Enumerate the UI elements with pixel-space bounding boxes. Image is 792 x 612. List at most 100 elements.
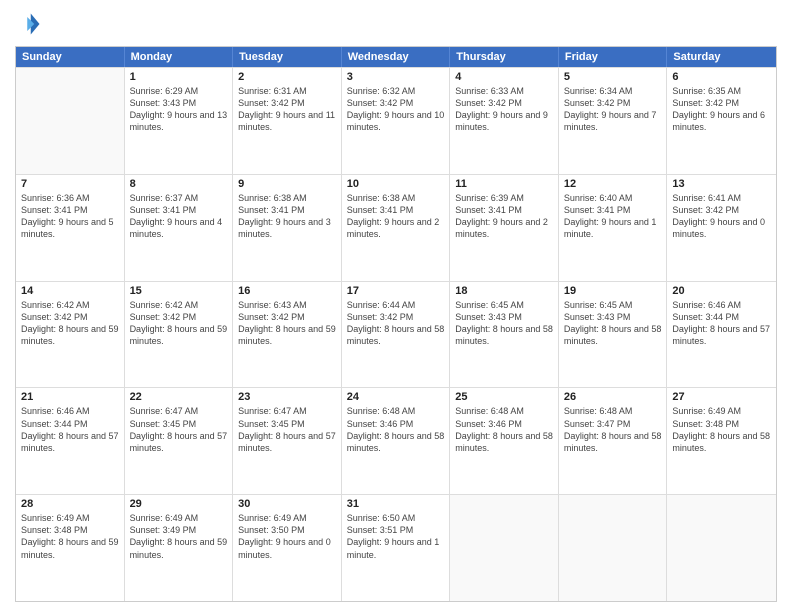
sunrise-text: Sunrise: 6:40 AM bbox=[564, 192, 662, 204]
sunrise-text: Sunrise: 6:35 AM bbox=[672, 85, 771, 97]
day-number: 16 bbox=[238, 285, 336, 297]
daylight-text: Daylight: 8 hours and 57 minutes. bbox=[21, 430, 119, 454]
calendar-row-4: 21Sunrise: 6:46 AMSunset: 3:44 PMDayligh… bbox=[16, 387, 776, 494]
calendar-cell: 14Sunrise: 6:42 AMSunset: 3:42 PMDayligh… bbox=[16, 282, 125, 388]
calendar-cell: 3Sunrise: 6:32 AMSunset: 3:42 PMDaylight… bbox=[342, 68, 451, 174]
daylight-text: Daylight: 8 hours and 59 minutes. bbox=[130, 536, 228, 560]
calendar-cell: 4Sunrise: 6:33 AMSunset: 3:42 PMDaylight… bbox=[450, 68, 559, 174]
logo bbox=[15, 10, 47, 38]
sunrise-text: Sunrise: 6:49 AM bbox=[21, 512, 119, 524]
calendar-cell: 7Sunrise: 6:36 AMSunset: 3:41 PMDaylight… bbox=[16, 175, 125, 281]
sunset-text: Sunset: 3:45 PM bbox=[238, 418, 336, 430]
sunrise-text: Sunrise: 6:45 AM bbox=[455, 299, 553, 311]
sunrise-text: Sunrise: 6:36 AM bbox=[21, 192, 119, 204]
day-number: 30 bbox=[238, 498, 336, 510]
calendar-cell bbox=[667, 495, 776, 601]
day-number: 29 bbox=[130, 498, 228, 510]
sunrise-text: Sunrise: 6:48 AM bbox=[455, 405, 553, 417]
daylight-text: Daylight: 9 hours and 0 minutes. bbox=[238, 536, 336, 560]
daylight-text: Daylight: 9 hours and 4 minutes. bbox=[130, 216, 228, 240]
sunset-text: Sunset: 3:42 PM bbox=[238, 97, 336, 109]
sunset-text: Sunset: 3:44 PM bbox=[672, 311, 771, 323]
sunset-text: Sunset: 3:41 PM bbox=[455, 204, 553, 216]
day-number: 10 bbox=[347, 178, 445, 190]
sunrise-text: Sunrise: 6:49 AM bbox=[130, 512, 228, 524]
day-number: 22 bbox=[130, 391, 228, 403]
sunset-text: Sunset: 3:42 PM bbox=[672, 204, 771, 216]
day-number: 9 bbox=[238, 178, 336, 190]
weekday-header-thursday: Thursday bbox=[450, 47, 559, 67]
weekday-header-tuesday: Tuesday bbox=[233, 47, 342, 67]
daylight-text: Daylight: 9 hours and 2 minutes. bbox=[347, 216, 445, 240]
calendar-cell bbox=[559, 495, 668, 601]
sunrise-text: Sunrise: 6:46 AM bbox=[21, 405, 119, 417]
daylight-text: Daylight: 9 hours and 2 minutes. bbox=[455, 216, 553, 240]
sunrise-text: Sunrise: 6:32 AM bbox=[347, 85, 445, 97]
day-number: 7 bbox=[21, 178, 119, 190]
calendar-cell: 9Sunrise: 6:38 AMSunset: 3:41 PMDaylight… bbox=[233, 175, 342, 281]
sunset-text: Sunset: 3:48 PM bbox=[21, 524, 119, 536]
daylight-text: Daylight: 9 hours and 5 minutes. bbox=[21, 216, 119, 240]
day-number: 19 bbox=[564, 285, 662, 297]
calendar-cell: 16Sunrise: 6:43 AMSunset: 3:42 PMDayligh… bbox=[233, 282, 342, 388]
sunset-text: Sunset: 3:42 PM bbox=[564, 97, 662, 109]
weekday-header-friday: Friday bbox=[559, 47, 668, 67]
sunset-text: Sunset: 3:42 PM bbox=[347, 97, 445, 109]
day-number: 2 bbox=[238, 71, 336, 83]
day-number: 15 bbox=[130, 285, 228, 297]
day-number: 5 bbox=[564, 71, 662, 83]
weekday-header-wednesday: Wednesday bbox=[342, 47, 451, 67]
daylight-text: Daylight: 9 hours and 1 minute. bbox=[347, 536, 445, 560]
calendar-cell: 2Sunrise: 6:31 AMSunset: 3:42 PMDaylight… bbox=[233, 68, 342, 174]
day-number: 8 bbox=[130, 178, 228, 190]
sunset-text: Sunset: 3:41 PM bbox=[238, 204, 336, 216]
sunrise-text: Sunrise: 6:44 AM bbox=[347, 299, 445, 311]
daylight-text: Daylight: 9 hours and 3 minutes. bbox=[238, 216, 336, 240]
calendar-cell: 18Sunrise: 6:45 AMSunset: 3:43 PMDayligh… bbox=[450, 282, 559, 388]
sunrise-text: Sunrise: 6:43 AM bbox=[238, 299, 336, 311]
daylight-text: Daylight: 9 hours and 9 minutes. bbox=[455, 109, 553, 133]
sunset-text: Sunset: 3:43 PM bbox=[564, 311, 662, 323]
sunset-text: Sunset: 3:41 PM bbox=[347, 204, 445, 216]
day-number: 31 bbox=[347, 498, 445, 510]
sunset-text: Sunset: 3:42 PM bbox=[347, 311, 445, 323]
calendar-cell: 20Sunrise: 6:46 AMSunset: 3:44 PMDayligh… bbox=[667, 282, 776, 388]
daylight-text: Daylight: 8 hours and 59 minutes. bbox=[130, 323, 228, 347]
daylight-text: Daylight: 8 hours and 58 minutes. bbox=[564, 323, 662, 347]
calendar-header: SundayMondayTuesdayWednesdayThursdayFrid… bbox=[16, 47, 776, 67]
daylight-text: Daylight: 8 hours and 58 minutes. bbox=[455, 323, 553, 347]
sunrise-text: Sunrise: 6:31 AM bbox=[238, 85, 336, 97]
calendar-cell: 25Sunrise: 6:48 AMSunset: 3:46 PMDayligh… bbox=[450, 388, 559, 494]
daylight-text: Daylight: 8 hours and 59 minutes. bbox=[238, 323, 336, 347]
day-number: 26 bbox=[564, 391, 662, 403]
sunset-text: Sunset: 3:43 PM bbox=[130, 97, 228, 109]
sunset-text: Sunset: 3:41 PM bbox=[130, 204, 228, 216]
main-container: SundayMondayTuesdayWednesdayThursdayFrid… bbox=[0, 0, 792, 612]
sunrise-text: Sunrise: 6:42 AM bbox=[21, 299, 119, 311]
sunset-text: Sunset: 3:42 PM bbox=[672, 97, 771, 109]
sunrise-text: Sunrise: 6:41 AM bbox=[672, 192, 771, 204]
day-number: 6 bbox=[672, 71, 771, 83]
weekday-header-saturday: Saturday bbox=[667, 47, 776, 67]
daylight-text: Daylight: 8 hours and 58 minutes. bbox=[347, 323, 445, 347]
calendar-cell: 15Sunrise: 6:42 AMSunset: 3:42 PMDayligh… bbox=[125, 282, 234, 388]
calendar-body: 1Sunrise: 6:29 AMSunset: 3:43 PMDaylight… bbox=[16, 67, 776, 601]
calendar-cell: 28 Sunrise: 6:49 AMSunset: 3:48 PMDayligh… bbox=[16, 495, 125, 601]
daylight-text: Daylight: 8 hours and 59 minutes. bbox=[21, 536, 119, 560]
weekday-header-sunday: Sunday bbox=[16, 47, 125, 67]
daylight-text: Daylight: 8 hours and 57 minutes. bbox=[130, 430, 228, 454]
sunrise-text: Sunrise: 6:42 AM bbox=[130, 299, 228, 311]
sunrise-text: Sunrise: 6:46 AM bbox=[672, 299, 771, 311]
calendar-cell: 24Sunrise: 6:48 AMSunset: 3:46 PMDayligh… bbox=[342, 388, 451, 494]
sunrise-text: Sunrise: 6:48 AM bbox=[564, 405, 662, 417]
day-number: 28 bbox=[21, 498, 119, 510]
sunset-text: Sunset: 3:43 PM bbox=[455, 311, 553, 323]
sunrise-text: Sunrise: 6:50 AM bbox=[347, 512, 445, 524]
day-number: 17 bbox=[347, 285, 445, 297]
daylight-text: Daylight: 8 hours and 58 minutes. bbox=[455, 430, 553, 454]
sunset-text: Sunset: 3:49 PM bbox=[130, 524, 228, 536]
calendar-cell: 6Sunrise: 6:35 AMSunset: 3:42 PMDaylight… bbox=[667, 68, 776, 174]
calendar-cell: 8Sunrise: 6:37 AMSunset: 3:41 PMDaylight… bbox=[125, 175, 234, 281]
calendar-cell: 10Sunrise: 6:38 AMSunset: 3:41 PMDayligh… bbox=[342, 175, 451, 281]
day-number: 23 bbox=[238, 391, 336, 403]
